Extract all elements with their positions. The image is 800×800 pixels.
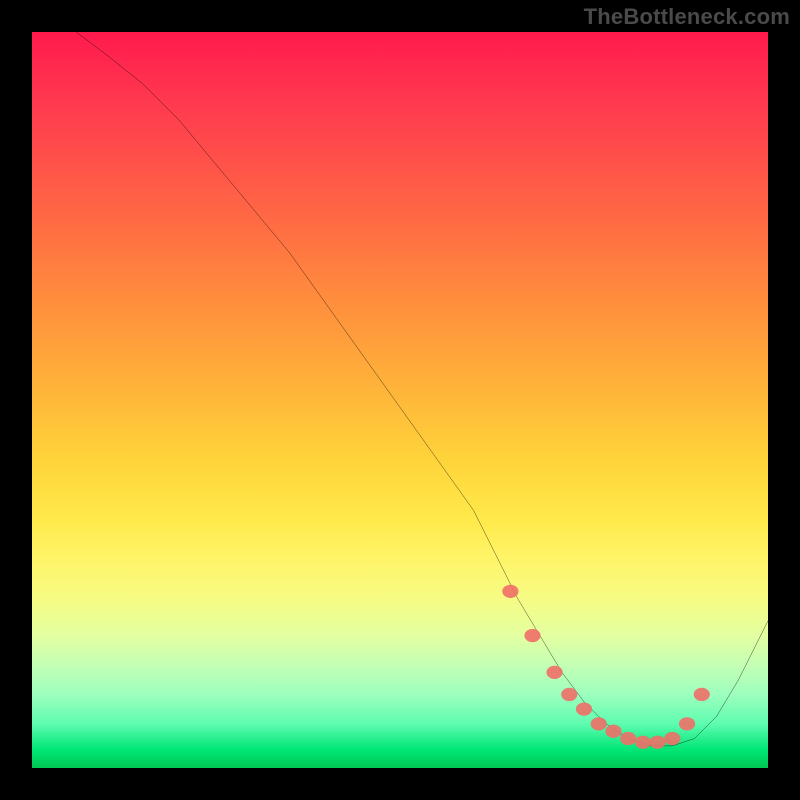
watermark-text: TheBottleneck.com xyxy=(584,4,790,30)
highlight-marker xyxy=(635,736,651,749)
highlight-marker xyxy=(524,629,540,642)
curve-layer xyxy=(32,32,768,768)
highlight-marker xyxy=(576,702,592,715)
highlight-marker xyxy=(694,688,710,701)
chart-frame: TheBottleneck.com xyxy=(0,0,800,800)
highlight-marker xyxy=(561,688,577,701)
plot-area xyxy=(32,32,768,768)
bottleneck-curve-path xyxy=(76,32,768,746)
highlight-marker xyxy=(650,736,666,749)
highlight-marker xyxy=(591,717,607,730)
highlight-marker xyxy=(546,666,562,679)
highlight-marker xyxy=(664,732,680,745)
highlight-marker xyxy=(620,732,636,745)
highlight-marker xyxy=(679,717,695,730)
highlight-marker xyxy=(502,585,518,598)
highlight-markers xyxy=(502,585,710,749)
highlight-marker xyxy=(605,725,621,738)
